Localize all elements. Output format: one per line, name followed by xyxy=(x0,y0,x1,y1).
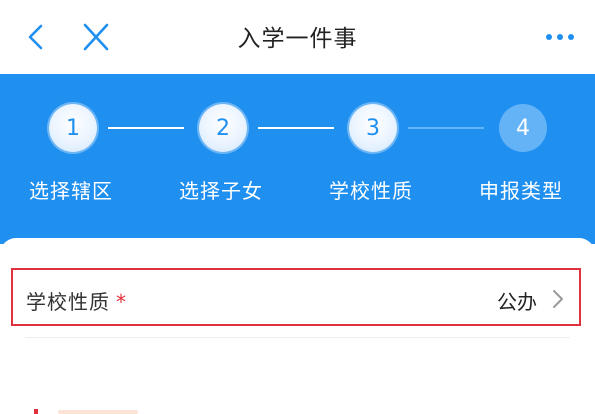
step-label-4: 申报类型 xyxy=(479,179,563,203)
bottom-required-mark xyxy=(34,409,38,414)
form-card xyxy=(0,238,595,414)
step-label-3: 学校性质 xyxy=(329,179,413,203)
school-type-select[interactable]: 学校性质 * 公办 xyxy=(11,268,581,326)
step-header: 1 2 3 4 选择辖区 选择子女 学校性质 申报类型 xyxy=(0,74,595,244)
step-connector-1 xyxy=(108,127,184,129)
step-circle-3: 3 xyxy=(349,104,397,152)
step-circle-2: 2 xyxy=(199,104,247,152)
step-circle-1: 1 xyxy=(49,104,97,152)
school-type-label-text: 学校性质 xyxy=(26,290,110,314)
page-title: 入学一件事 xyxy=(237,26,358,52)
next-field-placeholder xyxy=(58,410,138,414)
step-connector-3 xyxy=(408,127,484,129)
chevron-right-icon xyxy=(553,290,563,308)
required-mark: * xyxy=(116,290,127,314)
school-type-value: 公办 xyxy=(497,290,537,314)
step-label-2: 选择子女 xyxy=(179,179,263,203)
step-connector-2 xyxy=(258,127,334,129)
divider xyxy=(25,337,570,338)
step-label-1: 选择辖区 xyxy=(29,179,113,203)
school-type-label: 学校性质 * xyxy=(26,286,127,315)
more-horizontal-icon[interactable] xyxy=(540,22,580,52)
step-circle-4: 4 xyxy=(499,104,547,152)
navbar: 入学一件事 xyxy=(0,0,595,74)
